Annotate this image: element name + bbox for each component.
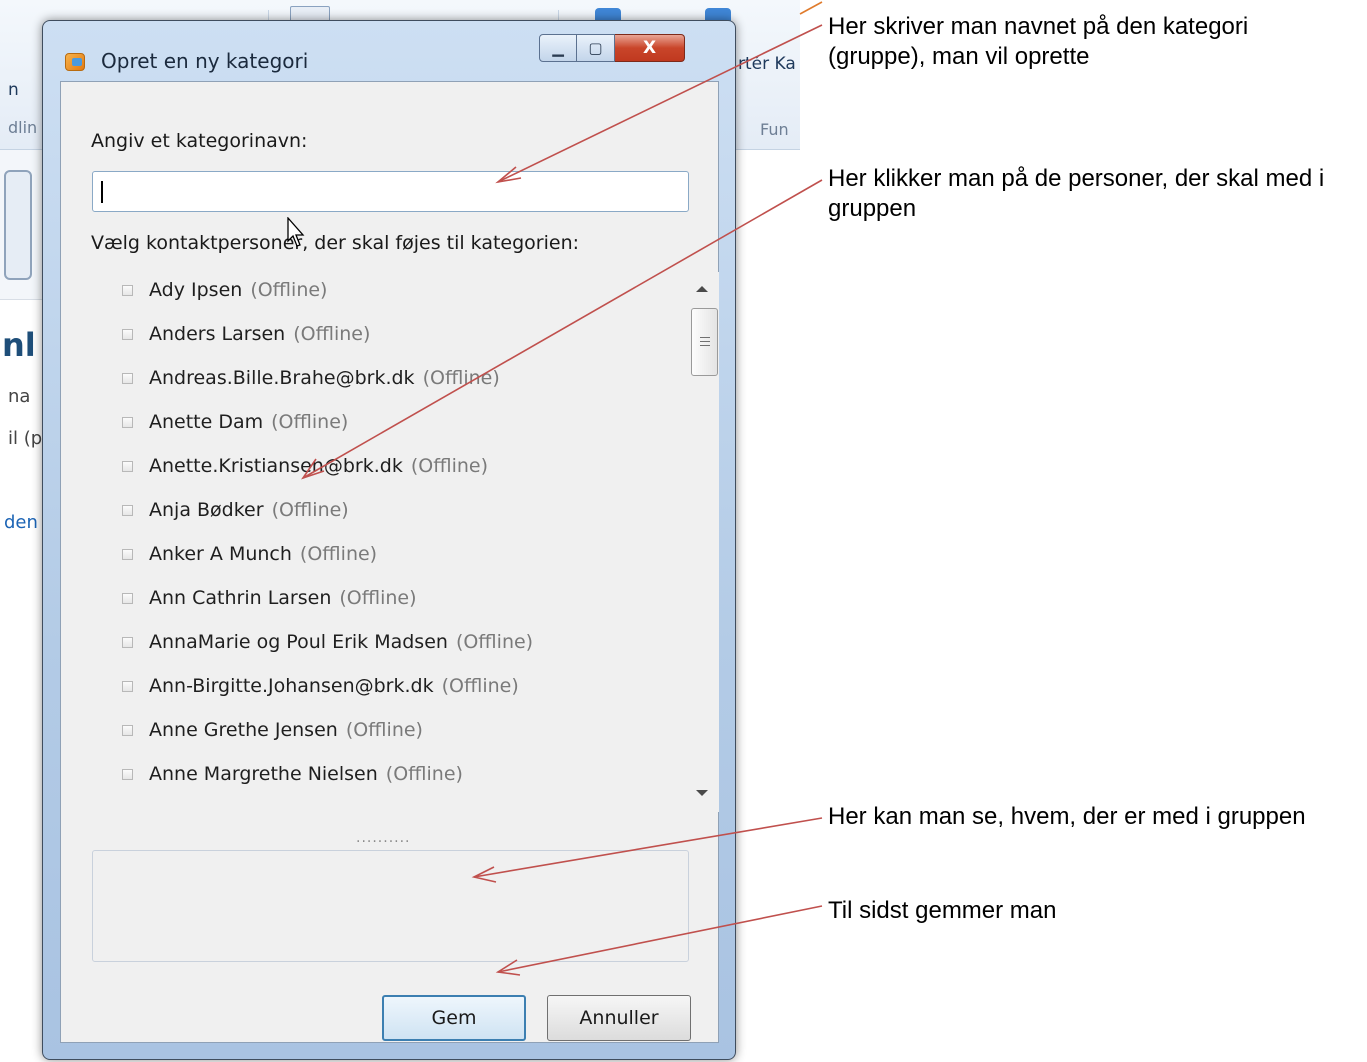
annotation-members-hint: Her kan man se, hvem, der er med i grupp… — [828, 803, 1306, 830]
minimize-button[interactable]: ▁ — [539, 34, 577, 62]
contact-status: (Offline) — [293, 323, 371, 345]
dialog-title: Opret en ny kategori — [101, 49, 309, 73]
contact-list[interactable]: Ady Ipsen (Offline) Anders Larsen (Offline)… — [92, 272, 719, 812]
contact-list-item[interactable]: Anders Larsen (Offline) — [122, 319, 370, 349]
background-text-fragment: il (p — [8, 428, 43, 449]
contact-checkbox[interactable] — [122, 460, 133, 472]
contact-name: Anja Bødker — [149, 499, 264, 521]
app-icon — [65, 53, 85, 71]
close-button[interactable]: X — [615, 34, 685, 62]
contact-checkbox[interactable] — [122, 592, 133, 604]
contact-checkbox[interactable] — [122, 768, 133, 780]
maximize-button[interactable]: ▢ — [577, 34, 615, 62]
dialog-client-area: Angiv et kategorinavn: Vælg kontaktperso… — [60, 81, 719, 1043]
save-button[interactable]: Gem — [382, 995, 526, 1041]
contact-name: Anette Dam — [149, 411, 264, 433]
selected-members-box — [92, 850, 689, 962]
contact-list-scrollbar[interactable] — [688, 272, 719, 812]
contacts-label: Vælg kontaktpersoner, der skal føjes til… — [91, 232, 580, 254]
contact-checkbox[interactable] — [122, 372, 133, 384]
category-name-label: Angiv et kategorinavn: — [91, 130, 308, 152]
contact-status: (Offline) — [422, 367, 500, 389]
contact-list-item[interactable]: Anette.Kristiansen@brk.dk (Offline) — [122, 451, 488, 481]
contact-status: (Offline) — [455, 631, 534, 653]
contact-status: (Offline) — [441, 675, 519, 697]
create-category-dialog: Opret en ny kategori ▁ ▢ X Angiv et kate… — [42, 20, 736, 1060]
ribbon-label-fragment: rtér Ka — [738, 54, 796, 74]
grip-line — [700, 341, 710, 342]
contact-checkbox[interactable] — [122, 724, 133, 736]
annotation-contacts-hint: Her klikker man på de personer, der skal… — [828, 165, 1325, 222]
contact-name: Ann-Birgitte.Johansen@brk.dk — [149, 675, 434, 697]
contact-status: (Offline) — [410, 455, 488, 477]
text-caret — [101, 181, 103, 203]
contact-name: Ann Cathrin Larsen — [149, 587, 332, 609]
contact-name: Anker A Munch — [149, 543, 292, 565]
contact-list-item[interactable]: Anja Bødker (Offline) — [122, 495, 349, 525]
scroll-up-arrow-icon[interactable] — [696, 286, 708, 292]
contact-list-item[interactable]: Anker A Munch (Offline) — [122, 539, 377, 569]
contact-status: (Offline) — [271, 499, 349, 521]
ribbon-label-fragment: n — [8, 80, 19, 100]
contact-checkbox[interactable] — [122, 548, 133, 560]
contact-list-item[interactable]: Ann Cathrin Larsen (Offline) — [122, 583, 417, 613]
contact-list-item[interactable]: AnnaMarie og Poul Erik Madsen (Offline) — [122, 627, 533, 657]
scroll-down-arrow-icon[interactable] — [696, 790, 708, 796]
contact-list-item[interactable]: Anette Dam (Offline) — [122, 407, 348, 437]
grip-line — [700, 337, 710, 338]
contact-checkbox[interactable] — [122, 284, 133, 296]
contact-status: (Offline) — [250, 279, 328, 301]
contact-checkbox[interactable] — [122, 636, 133, 648]
background-heading-fragment: nl — [2, 326, 36, 364]
category-name-input[interactable] — [92, 171, 689, 212]
contact-list-item[interactable]: Andreas.Bille.Brahe@brk.dk (Offline) — [122, 363, 500, 393]
pane-splitter[interactable]: .......... — [356, 830, 411, 846]
contact-status: (Offline) — [385, 763, 463, 785]
contact-list-item[interactable]: Anne Margrethe Nielsen (Offline) — [122, 759, 463, 789]
window-controls: ▁ ▢ X — [539, 34, 685, 62]
background-link-fragment: den — [4, 512, 38, 533]
contact-checkbox[interactable] — [122, 680, 133, 692]
annotation-name-hint: Her skriver man navnet på den kategori (… — [828, 13, 1249, 70]
mouse-cursor-icon — [287, 217, 305, 247]
contact-status: (Offline) — [271, 411, 349, 433]
contact-list-item[interactable]: Ann-Birgitte.Johansen@brk.dk (Offline) — [122, 671, 519, 701]
annotation-save-hint: Til sidst gemmer man — [828, 897, 1057, 924]
contact-status: (Offline) — [345, 719, 423, 741]
contact-checkbox[interactable] — [122, 416, 133, 428]
contact-status: (Offline) — [299, 543, 378, 565]
contact-checkbox[interactable] — [122, 328, 133, 340]
contact-name: Andreas.Bille.Brahe@brk.dk — [149, 367, 415, 389]
background-text-fragment: na — [8, 386, 31, 407]
contact-status: (Offline) — [339, 587, 417, 609]
scrollbar-thumb[interactable] — [691, 308, 718, 376]
callout-tick — [799, 1, 823, 15]
contact-name: AnnaMarie og Poul Erik Madsen — [149, 631, 448, 653]
ribbon-group-fragment: dlin — [8, 118, 38, 137]
contact-list-item[interactable]: Ady Ipsen (Offline) — [122, 275, 327, 305]
contact-name: Ady Ipsen — [149, 279, 243, 301]
contact-name: Anne Margrethe Nielsen — [149, 763, 378, 785]
ribbon-group-fragment: Fun — [760, 120, 789, 139]
contact-list-item[interactable]: Anne Grethe Jensen (Offline) — [122, 715, 423, 745]
contact-name: Anne Grethe Jensen — [149, 719, 338, 741]
contact-checkbox[interactable] — [122, 504, 133, 516]
contact-name: Anders Larsen — [149, 323, 286, 345]
contact-name: Anette.Kristiansen@brk.dk — [149, 455, 403, 477]
background-large-button — [4, 170, 32, 280]
grip-line — [700, 345, 710, 346]
cancel-button[interactable]: Annuller — [547, 995, 691, 1041]
